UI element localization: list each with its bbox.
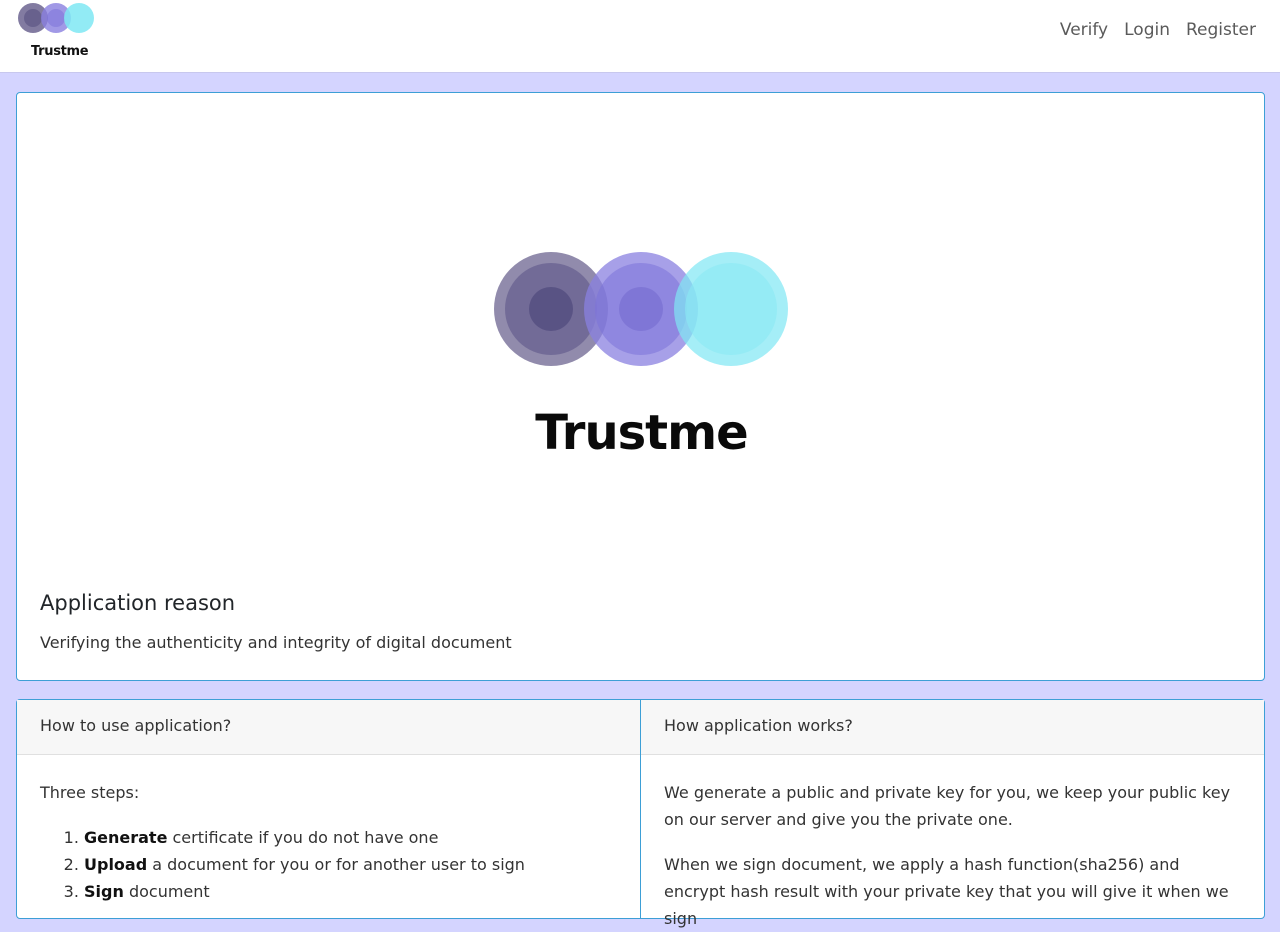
step-bold: Generate [84,828,168,847]
hero-title: Application reason [40,591,236,615]
how-to-use-card: How to use application? Three steps: Gen… [17,700,640,918]
brand-name: Trustme [31,44,89,59]
how-it-works-body: We generate a public and private key for… [641,755,1264,932]
step-rest: a document for you or for another user t… [147,855,525,874]
how-it-works-header: How application works? [641,700,1264,755]
nav-link-register[interactable]: Register [1186,18,1256,42]
step-item: Upload a document for you or for another… [84,851,617,878]
how-it-works-paragraph: When we sign document, we apply a hash f… [664,855,1229,928]
nav-link-login[interactable]: Login [1124,18,1170,42]
how-to-use-intro: Three steps: [40,783,140,802]
step-item: Sign document [84,878,617,905]
hero-text: Verifying the authenticity and integrity… [40,633,512,652]
info-card-group: How to use application? Three steps: Gen… [16,699,1265,928]
nav-links: Verify Login Register [1060,18,1256,42]
step-bold: Upload [84,855,148,874]
how-to-use-header: How to use application? [17,700,640,755]
nav-link-verify[interactable]: Verify [1060,18,1108,42]
brand-circles-icon [18,3,94,33]
how-it-works-paragraph: We generate a public and private key for… [664,783,1231,829]
steps-list: Generate certificate if you do not have … [40,824,617,905]
step-bold: Sign [84,882,124,901]
how-to-use-body: Three steps: Generate certificate if you… [17,755,640,905]
top-navbar: Trustme Verify Login Register [0,0,1280,73]
step-rest: certificate if you do not have one [167,828,439,847]
step-rest: document [123,882,210,901]
hero-card: Trustme Application reason Verifying the… [16,92,1265,681]
brand-logo[interactable]: Trustme [17,2,97,62]
hero-logo-text: Trustme [535,405,748,461]
step-item: Generate certificate if you do not have … [84,824,617,851]
how-it-works-card: How application works? We generate a pub… [640,700,1264,928]
